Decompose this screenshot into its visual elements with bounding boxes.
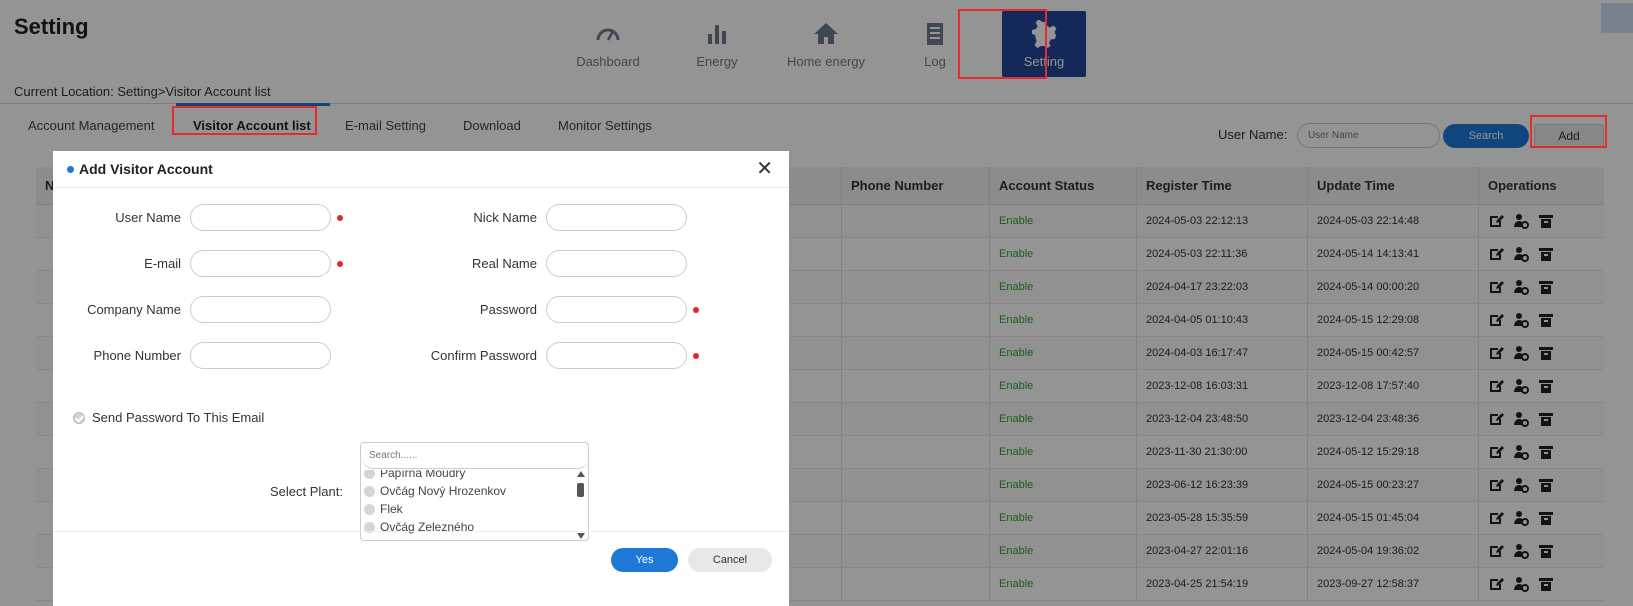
- email-input[interactable]: [190, 250, 331, 277]
- password-input[interactable]: [546, 296, 687, 323]
- phone-number-label: Phone Number: [93, 348, 181, 363]
- close-icon[interactable]: ✕: [756, 159, 773, 179]
- user-name-input[interactable]: [190, 204, 331, 231]
- plant-scrollbar[interactable]: [576, 471, 586, 539]
- checkbox-icon[interactable]: [364, 503, 375, 515]
- scroll-up-icon[interactable]: [577, 471, 585, 477]
- nick-name-input[interactable]: [546, 204, 687, 231]
- phone-number-input[interactable]: [190, 342, 331, 369]
- plant-item[interactable]: Papírna Moudrý: [361, 470, 573, 482]
- required-icon: [337, 214, 343, 221]
- scroll-thumb[interactable]: [577, 483, 584, 497]
- nick-name-label: Nick Name: [473, 210, 537, 225]
- user-name-label: User Name: [115, 210, 181, 225]
- required-icon: [693, 352, 699, 359]
- add-visitor-modal: Add Visitor Account ✕ User Name E-mail C…: [53, 151, 789, 606]
- plant-list: Papírna Moudrý Ovčág Nový Hrozenkov Flek…: [361, 470, 573, 540]
- checkbox-icon[interactable]: [364, 485, 375, 497]
- modal-footer: Yes Cancel: [53, 531, 789, 606]
- company-name-label: Company Name: [87, 302, 181, 317]
- title-dot-icon: [67, 165, 74, 173]
- modal-title: Add Visitor Account: [79, 161, 213, 177]
- confirm-password-label: Confirm Password: [430, 348, 537, 363]
- checkbox-icon[interactable]: [364, 470, 375, 479]
- company-name-input[interactable]: [190, 296, 331, 323]
- send-password-checkbox[interactable]: Send Password To This Email: [73, 410, 264, 425]
- real-name-label: Real Name: [471, 256, 537, 271]
- yes-button[interactable]: Yes: [611, 548, 678, 572]
- modal-header: Add Visitor Account: [53, 151, 789, 188]
- plant-search-input[interactable]: [361, 443, 588, 469]
- required-icon: [337, 260, 343, 267]
- plant-selector: Papírna Moudrý Ovčág Nový Hrozenkov Flek…: [360, 442, 589, 541]
- send-password-label: Send Password To This Email: [92, 410, 265, 425]
- plant-item[interactable]: Ovčág Nový Hrozenkov: [361, 482, 573, 500]
- password-label: Password: [479, 302, 537, 317]
- real-name-input[interactable]: [546, 250, 687, 277]
- checkbox-icon[interactable]: [73, 411, 85, 424]
- cancel-button[interactable]: Cancel: [688, 548, 772, 572]
- confirm-password-input[interactable]: [546, 342, 687, 369]
- plant-item[interactable]: Flek: [361, 500, 573, 518]
- required-icon: [693, 306, 699, 313]
- select-plant-label: Select Plant:: [270, 484, 343, 499]
- email-label: E-mail: [144, 256, 181, 271]
